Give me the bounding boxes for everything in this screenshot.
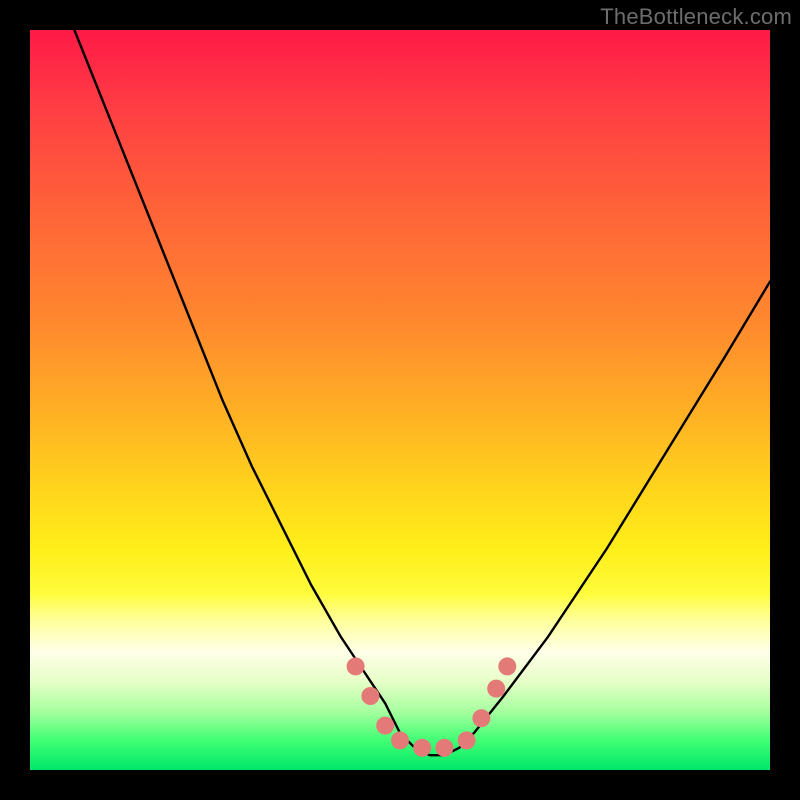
- trough-marker: [391, 731, 409, 749]
- trough-marker: [435, 739, 453, 757]
- trough-marker: [347, 657, 365, 675]
- trough-marker-group: [347, 657, 517, 756]
- trough-marker: [458, 731, 476, 749]
- trough-marker: [376, 717, 394, 735]
- trough-marker: [413, 739, 431, 757]
- watermark-text: TheBottleneck.com: [600, 4, 792, 30]
- chart-svg: [30, 30, 770, 770]
- trough-marker: [361, 687, 379, 705]
- bottleneck-curve: [74, 30, 770, 755]
- chart-plot-area: [30, 30, 770, 770]
- trough-marker: [498, 657, 516, 675]
- trough-marker: [487, 680, 505, 698]
- trough-marker: [472, 709, 490, 727]
- chart-frame: TheBottleneck.com: [0, 0, 800, 800]
